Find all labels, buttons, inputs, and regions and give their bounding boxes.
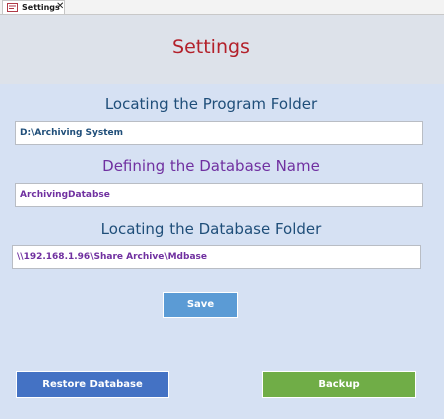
tab-label: Settings bbox=[22, 3, 60, 12]
program-folder-label: Locating the Program Folder bbox=[104, 95, 318, 113]
database-name-label: Defining the Database Name bbox=[102, 157, 320, 175]
database-name-field[interactable]: ArchivingDatabse bbox=[15, 183, 423, 207]
page-title: Settings bbox=[172, 36, 250, 58]
form-header: Settings bbox=[0, 15, 444, 84]
restore-database-button[interactable]: Restore Database bbox=[16, 371, 169, 398]
database-folder-label: Locating the Database Folder bbox=[100, 220, 322, 238]
backup-button[interactable]: Backup bbox=[262, 371, 416, 398]
save-button[interactable]: Save bbox=[163, 292, 238, 318]
tab-settings[interactable]: Settings ✕ bbox=[2, 0, 65, 14]
form-icon bbox=[7, 3, 18, 12]
database-folder-field[interactable]: \\192.168.1.96\Share Archive\Mdbase bbox=[12, 245, 421, 269]
tab-strip: Settings ✕ bbox=[0, 0, 444, 15]
program-folder-field[interactable]: D:\Archiving System bbox=[15, 121, 423, 145]
close-icon[interactable]: ✕ bbox=[56, 1, 64, 13]
